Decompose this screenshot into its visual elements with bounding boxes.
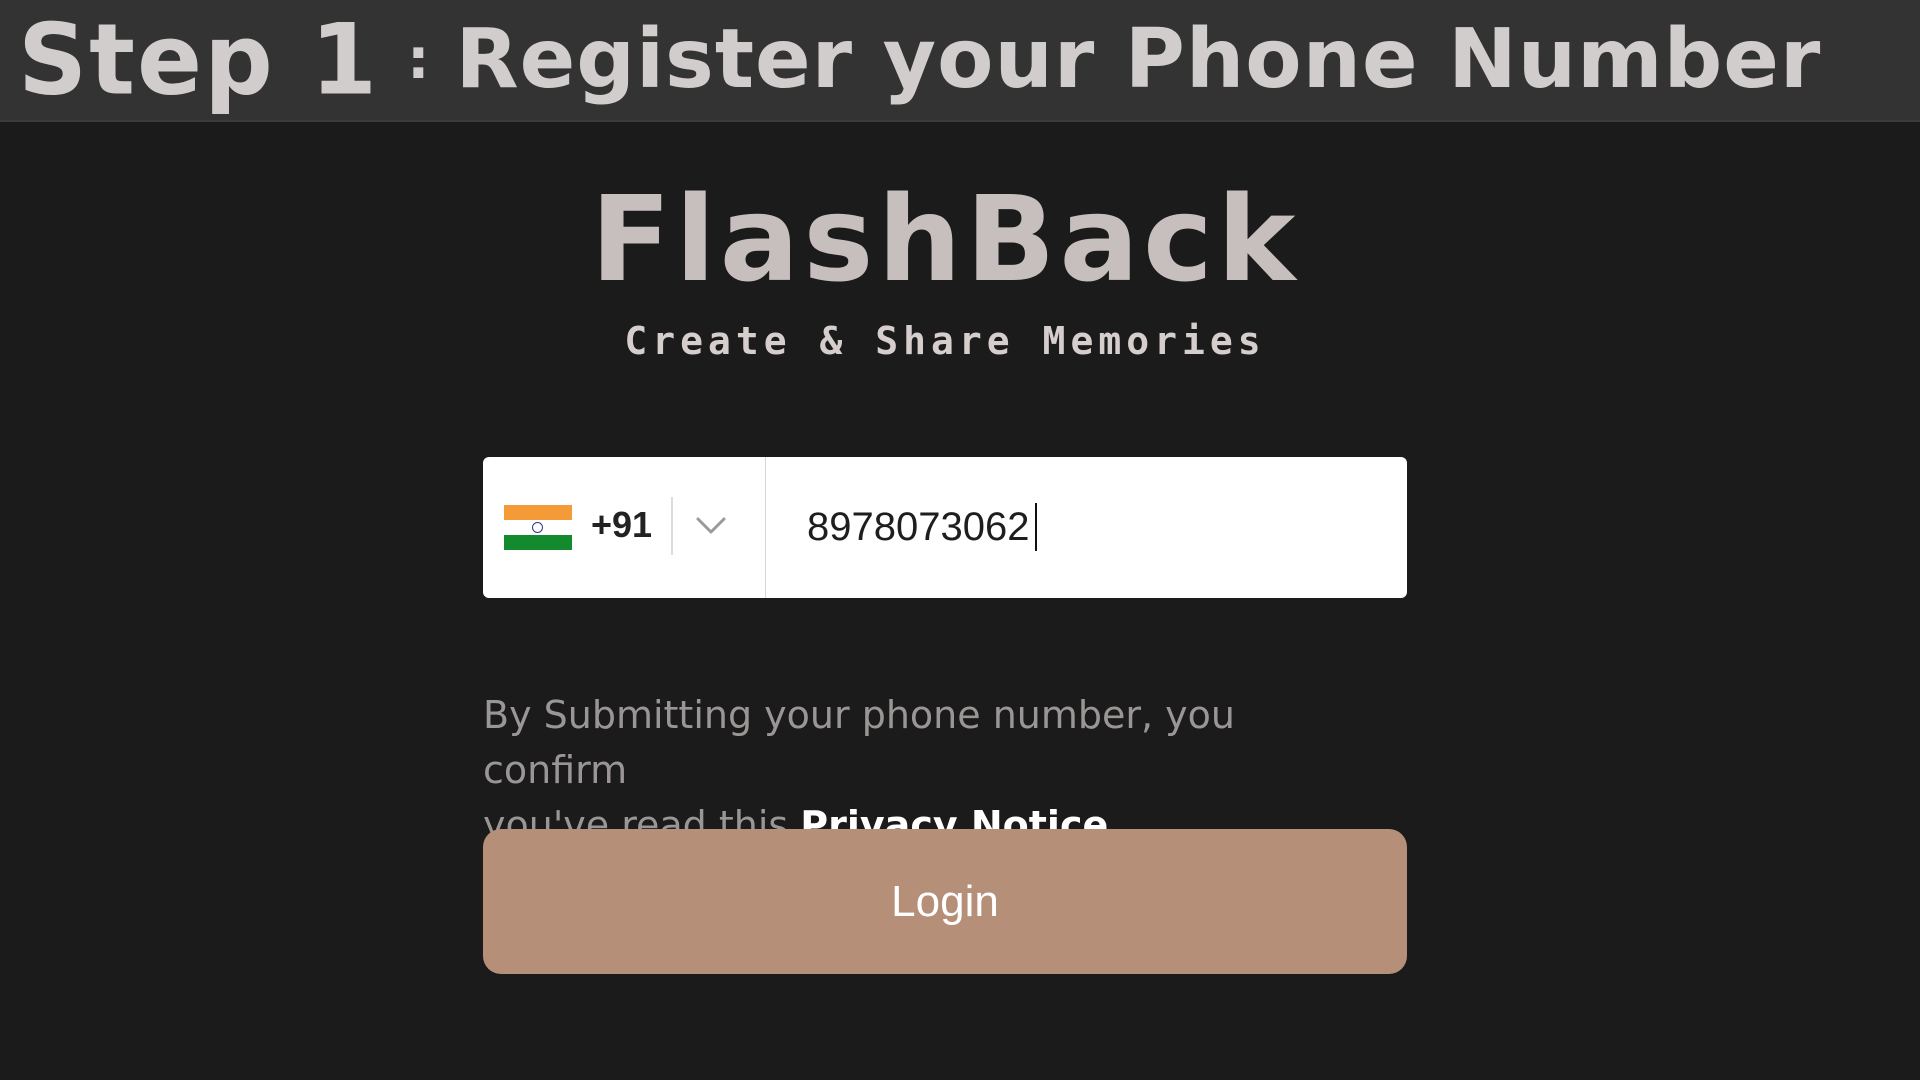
login-button[interactable]: Login bbox=[483, 829, 1407, 974]
country-code-select[interactable]: +91 bbox=[483, 457, 766, 598]
notice-line-1: By Submitting your phone number, you con… bbox=[483, 693, 1235, 792]
step-number: Step 1 bbox=[18, 2, 380, 118]
phone-number-input[interactable] bbox=[766, 457, 1407, 598]
step-separator: : bbox=[407, 27, 430, 92]
text-caret bbox=[1035, 503, 1037, 551]
chevron-down-icon[interactable] bbox=[693, 513, 729, 537]
country-code-label: +91 bbox=[591, 504, 653, 545]
step-banner: Step 1 : Register your Phone Number bbox=[0, 0, 1920, 122]
step-title: Register your Phone Number bbox=[455, 12, 1822, 107]
country-code-divider bbox=[671, 497, 673, 555]
phone-number-field: +91 bbox=[483, 457, 1407, 598]
app-logo: FlashBack bbox=[590, 170, 1300, 308]
india-flag-icon bbox=[504, 505, 572, 550]
app-tagline: Create & Share Memories bbox=[624, 319, 1266, 363]
